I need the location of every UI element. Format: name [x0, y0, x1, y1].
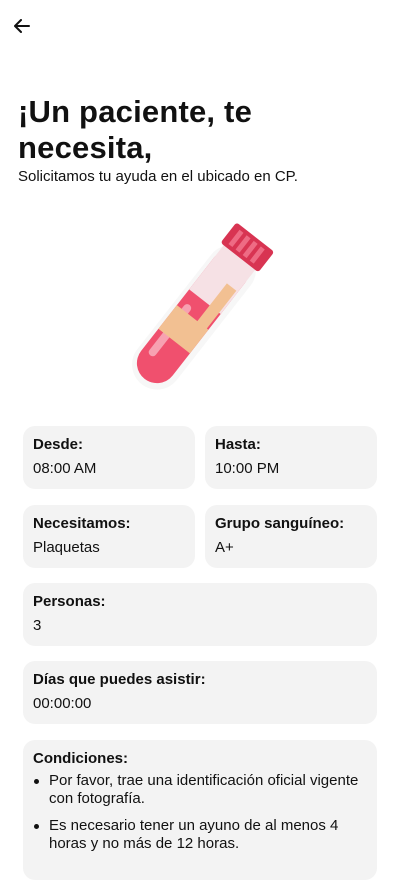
to-label: Hasta: — [215, 436, 261, 453]
to-time-card: Hasta: 10:00 PM — [205, 426, 377, 489]
days-label: Días que puedes asistir: — [33, 671, 206, 688]
people-card: Personas: 3 — [23, 583, 377, 646]
from-value: 08:00 AM — [33, 460, 97, 477]
arrow-left-icon — [14, 18, 30, 38]
blood-group-label: Grupo sanguíneo: — [215, 515, 345, 532]
conditions-label: Condiciones: — [33, 750, 129, 767]
from-time-card: Desde: 08:00 AM — [23, 426, 195, 489]
conditions-card: Condiciones: Por favor, trae una identif… — [23, 740, 377, 880]
condition-item: Es necesario tener un ayuno de al menos … — [34, 817, 367, 853]
need-value: Plaquetas — [33, 539, 100, 556]
condition-item: Por favor, trae una identificación ofici… — [34, 772, 367, 808]
days-card: Días que puedes asistir: 00:00:00 — [23, 661, 377, 724]
days-value: 00:00:00 — [33, 695, 92, 712]
back-button[interactable] — [8, 14, 36, 42]
from-label: Desde: — [33, 436, 84, 453]
need-label: Necesitamos: — [33, 515, 131, 532]
blood-group-value: A+ — [215, 539, 234, 556]
conditions-list: Por favor, trae una identificación ofici… — [33, 772, 367, 853]
page-title: ¡Un paciente, te necesita, — [18, 94, 253, 165]
blood-test-tube-icon — [100, 200, 300, 412]
people-value: 3 — [33, 617, 42, 634]
to-value: 10:00 PM — [215, 460, 280, 477]
blood-group-card: Grupo sanguíneo: A+ — [205, 505, 377, 568]
need-card: Necesitamos: Plaquetas — [23, 505, 195, 568]
people-label: Personas: — [33, 593, 106, 610]
page-subtitle: Solicitamos tu ayuda en el ubicado en CP… — [18, 168, 298, 185]
